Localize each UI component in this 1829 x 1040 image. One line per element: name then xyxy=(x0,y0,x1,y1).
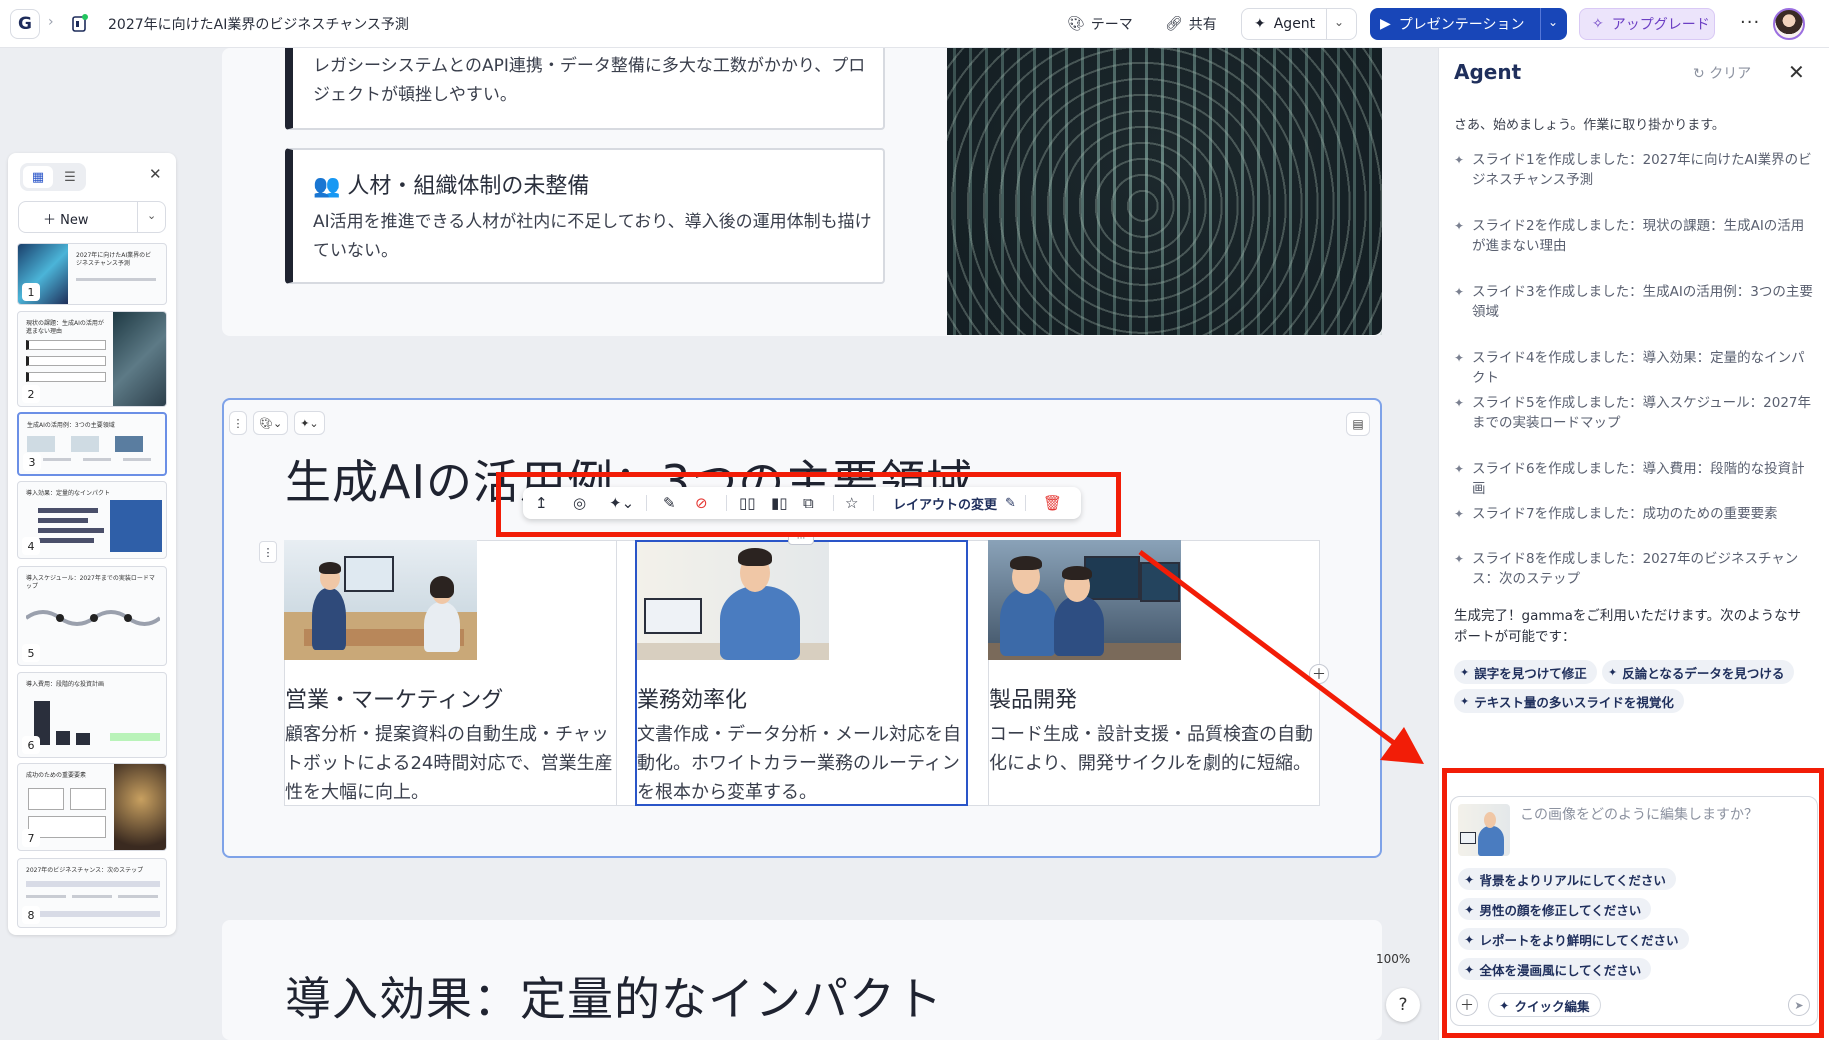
block-drag-handle-icon[interactable]: ⋮ xyxy=(259,541,277,563)
sparkle-icon: ✦ xyxy=(1454,552,1465,566)
card-body-sales[interactable]: 顧客分析・提案資料の自動生成・チャットボットによる24時間対応で、営業生産性を大… xyxy=(285,720,615,807)
agent-panel-title: Agent xyxy=(1454,60,1522,84)
callout-block-2[interactable]: 👥 人材・組織体制の未整備 AI活用を推進できる人材が社内に不足しており、導入後… xyxy=(285,148,885,284)
slide-thumbnail-2[interactable]: 現状の課題：生成AIの活用が進まない理由 2 xyxy=(17,311,167,407)
selected-column-outline xyxy=(635,540,968,806)
document-icon xyxy=(72,14,88,32)
gamma-logo-icon[interactable]: G xyxy=(10,9,40,39)
card-heading-product[interactable]: 製品開発 xyxy=(989,682,1077,714)
sparkle-icon: ✦ xyxy=(1460,665,1470,679)
slide-thumbnail-7[interactable]: 成功のための重要要素 7 xyxy=(17,763,167,851)
agent-log-item: ✦ スライド5を作成しました：導入スケジュール：2027年までの実装ロードマップ xyxy=(1454,395,1811,431)
suggestion-chip[interactable]: ✦ 反論となるデータを見つける xyxy=(1602,660,1795,684)
present-button[interactable]: ▶ プレゼンテーション ⌄ xyxy=(1370,8,1567,40)
agent-log-item: ✦ スライド1を作成しました：2027年に向けたAI業界のビジネスチャンス予測 xyxy=(1454,152,1812,188)
card-heading-sales[interactable]: 営業・マーケティング xyxy=(285,682,503,714)
sales-meeting-image[interactable] xyxy=(284,540,477,660)
chevron-down-icon: ⌄ xyxy=(309,416,319,430)
slide-style-button[interactable]: 🎨︎ ⌄ xyxy=(253,411,289,435)
add-column-icon[interactable]: ＋ xyxy=(1309,664,1329,684)
callout-block-1[interactable]: レガシーシステムとのAPI連携・データ整備に多大な工数がかかり、プロジェクトが頓… xyxy=(285,48,885,130)
view-toggle: ▦ ☰ xyxy=(20,163,86,191)
list-view-icon[interactable]: ☰ xyxy=(56,166,84,188)
sparkle-icon: ✦ xyxy=(1454,153,1465,167)
new-slide-button[interactable]: ＋ New ⌄ xyxy=(18,201,166,233)
slide-thumbnail-panel: ▦ ☰ ✕ ＋ New ⌄ 2027年に向けたAI業界のビジネスチャンス予測 1… xyxy=(8,153,176,935)
agent-log-item: ✦ スライド7を作成しました：成功のための重要要素 xyxy=(1454,506,1778,522)
roadmap-icon xyxy=(26,610,160,626)
help-icon[interactable]: ? xyxy=(1386,988,1420,1022)
chevron-down-icon[interactable]: ⌄ xyxy=(147,209,156,222)
card-body-product[interactable]: コード生成・設計支援・品質検査の自動化により、開発サイクルを劇的に短縮。 xyxy=(989,720,1319,778)
share-button[interactable]: 🔗︎ 共有 xyxy=(1165,12,1217,36)
chevron-right-icon: › xyxy=(48,14,54,30)
sparkle-icon: ✦ xyxy=(1454,351,1465,365)
slide-thumbnail-3[interactable]: 生成AIの活用例：3つの主要領域 3 xyxy=(17,412,167,476)
chevron-down-icon[interactable]: ⌄ xyxy=(1334,15,1344,29)
user-avatar[interactable] xyxy=(1773,8,1805,40)
sparkle-icon: ✦ xyxy=(1608,665,1618,679)
slide-toolbar: ⋮ 🎨︎ ⌄ ✦ ⌄ xyxy=(229,411,325,435)
developers-image[interactable] xyxy=(988,540,1181,660)
slide-thumbnail-1[interactable]: 2027年に向けたAI業界のビジネスチャンス予測 1 xyxy=(17,243,167,305)
chevron-down-icon: ⌄ xyxy=(272,416,283,430)
agent-log-item: ✦ スライド6を作成しました：導入費用：段階的な投資計画 xyxy=(1454,461,1805,497)
document-title[interactable]: 2027年に向けたAI業界のビジネスチャンス予測 xyxy=(108,14,409,34)
refresh-icon: ↻ xyxy=(1693,66,1705,82)
plus-icon: ＋ xyxy=(43,213,57,228)
top-bar: G › 2027年に向けたAI業界のビジネスチャンス予測 🎨︎ テーマ 🔗︎ 共… xyxy=(0,0,1829,48)
sparkle-icon: ✦ xyxy=(300,416,310,430)
sparkle-icon: ✦ xyxy=(1454,462,1465,476)
slide-thumbnail-5[interactable]: 導入スケジュール：2027年までの実装ロードマップ 5 xyxy=(17,566,167,666)
sparkle-icon: ✦ xyxy=(1454,396,1465,410)
sparkle-icon: ✦ xyxy=(1454,219,1465,233)
chevron-down-icon[interactable]: ⌄ xyxy=(1548,15,1558,29)
clear-button[interactable]: ↻ クリア xyxy=(1693,63,1751,83)
link-icon: 🔗︎ xyxy=(1165,16,1183,32)
palette-icon: 🎨︎ xyxy=(259,416,273,430)
palette-icon: 🎨︎ xyxy=(1067,16,1085,32)
theme-button[interactable]: 🎨︎ テーマ xyxy=(1067,12,1133,36)
agent-log-item: ✦ スライド3を作成しました：生成AIの活用例：3つの主要領域 xyxy=(1454,284,1813,320)
slide-ai-button[interactable]: ✦ ⌄ xyxy=(294,411,325,435)
close-icon[interactable]: ✕ xyxy=(1788,60,1805,84)
sparkle-icon: ✦ xyxy=(1254,16,1266,32)
slide-thumbnail-6[interactable]: 導入費用：段階的な投資計画 6 xyxy=(17,672,167,758)
annotation-highlight-toolbar xyxy=(496,472,1121,537)
server-room-image[interactable] xyxy=(947,48,1382,335)
close-icon[interactable]: ✕ xyxy=(149,165,162,183)
thumbnail-view-icon[interactable]: ▦ xyxy=(23,166,53,188)
next-slide-title[interactable]: 導入効果：定量的なインパクト xyxy=(285,963,943,1029)
upgrade-button[interactable]: ✧ アップグレード xyxy=(1579,8,1715,40)
agent-log-item: ✦ スライド2を作成しました：現状の課題：生成AIの活用が進まない理由 xyxy=(1454,218,1805,254)
agent-intro-text: さあ、始めましょう。作業に取り掛かります。 xyxy=(1454,118,1725,133)
suggestion-chip[interactable]: ✦ テキスト量の多いスライドを視覚化 xyxy=(1454,689,1684,713)
drag-handle-icon[interactable]: ⋮ xyxy=(229,411,247,435)
sparkle-icon: ✦ xyxy=(1454,285,1465,299)
magic-wand-icon: ✧ xyxy=(1592,16,1604,32)
agent-done-text: 生成完了！gammaをご利用いただけます。次のようなサポートが可能です： xyxy=(1454,608,1802,645)
card-options-icon[interactable]: ▤ xyxy=(1346,412,1370,436)
agent-log-item: ✦ スライド4を作成しました：導入効果：定量的なインパクト xyxy=(1454,350,1805,386)
sparkle-icon: ✦ xyxy=(1454,507,1465,521)
zoom-level[interactable]: 100% xyxy=(1376,952,1410,966)
suggestion-chip[interactable]: ✦ 誤字を見つけて修正 xyxy=(1454,660,1597,684)
agent-button[interactable]: ✦ Agent ⌄ xyxy=(1241,8,1357,40)
sparkle-icon: ✦ xyxy=(1460,694,1470,708)
slide-thumbnail-4[interactable]: 導入効果：定量的なインパクト 4 xyxy=(17,481,167,559)
more-options-icon[interactable]: ··· xyxy=(1740,12,1760,33)
annotation-highlight-composer xyxy=(1442,768,1824,1038)
play-icon: ▶ xyxy=(1380,16,1391,32)
agent-log-item: ✦ スライド8を作成しました：2027年のビジネスチャンス：次のステップ xyxy=(1454,551,1799,587)
slide-thumbnail-8[interactable]: 2027年のビジネスチャンス：次のステップ 8 xyxy=(17,858,167,928)
